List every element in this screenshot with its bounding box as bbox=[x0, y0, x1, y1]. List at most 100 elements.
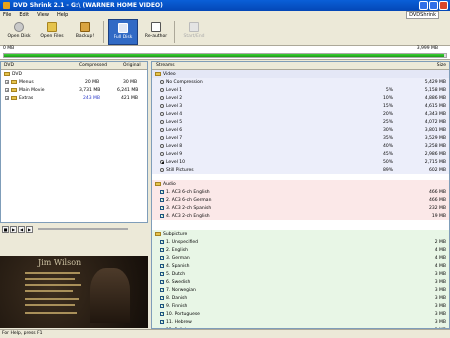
checkbox[interactable]: ✓ bbox=[160, 272, 164, 276]
audio-section[interactable]: Audio bbox=[152, 180, 449, 188]
open-files-button[interactable]: Open Files bbox=[37, 19, 67, 45]
audio-row[interactable]: ✓ 1. AC3 6-ch English 466 MB bbox=[152, 188, 449, 196]
sub-row[interactable]: ✓ 8. Danish 3 MB bbox=[152, 294, 449, 302]
subpicture-section[interactable]: Subpicture bbox=[152, 230, 449, 238]
start-end-button[interactable]: Start/End bbox=[179, 19, 209, 45]
sub-row-name: 9. Finnish bbox=[166, 303, 188, 309]
checkbox[interactable]: ✓ bbox=[160, 320, 164, 324]
video-row[interactable]: Level 2 10% 4,886 MB bbox=[152, 94, 449, 102]
sub-row[interactable]: ✓ 5. Dutch 3 MB bbox=[152, 270, 449, 278]
sub-row-size: 2 MB bbox=[434, 239, 446, 245]
minimize-button[interactable] bbox=[419, 1, 428, 10]
radio-button[interactable] bbox=[160, 120, 164, 124]
radio-button[interactable] bbox=[160, 128, 164, 132]
checkbox[interactable]: ✓ bbox=[160, 206, 164, 210]
checkbox[interactable]: ✓ bbox=[160, 296, 164, 300]
checkbox[interactable]: ✓ bbox=[160, 280, 164, 284]
checkbox[interactable]: ✓ bbox=[160, 264, 164, 268]
step-back-icon[interactable]: ◀ bbox=[18, 225, 25, 233]
audio-row[interactable]: ✓ 2. AC3 6-ch German 466 MB bbox=[152, 196, 449, 204]
full-disk-button[interactable]: Full Disk bbox=[108, 19, 138, 45]
col-original[interactable]: Original bbox=[123, 63, 141, 68]
radio-button[interactable] bbox=[160, 152, 164, 156]
radio-button[interactable] bbox=[160, 144, 164, 148]
step-forward-icon[interactable]: ▶ bbox=[26, 225, 33, 233]
video-row[interactable]: Level 9 45% 2,986 MB bbox=[152, 150, 449, 158]
sub-row[interactable]: ✓ 4. Spanish 4 MB bbox=[152, 262, 449, 270]
backup-button[interactable]: Backup! bbox=[70, 19, 100, 45]
video-row-size: 4,886 MB bbox=[424, 95, 446, 101]
audio-row[interactable]: ✓ 3. AC3 2-ch Spanish 232 MB bbox=[152, 204, 449, 212]
video-row-percent: 20% bbox=[382, 111, 393, 117]
seek-slider[interactable] bbox=[38, 228, 128, 230]
app-icon bbox=[3, 2, 10, 9]
checkbox[interactable]: ✓ bbox=[160, 312, 164, 316]
video-row[interactable]: No Compression 5,429 MB bbox=[152, 78, 449, 86]
radio-button[interactable] bbox=[160, 88, 164, 92]
video-row[interactable]: Level 5 25% 4,072 MB bbox=[152, 118, 449, 126]
re-author-button[interactable]: Re-author bbox=[141, 19, 171, 45]
checkbox[interactable]: ✓ bbox=[160, 190, 164, 194]
video-row[interactable]: Level 6 30% 3,801 MB bbox=[152, 126, 449, 134]
size-max-label: 3,999 MB bbox=[416, 46, 438, 51]
audio-row[interactable]: ✓ 4. AC3 2-ch English 19 MB bbox=[152, 212, 449, 220]
video-row[interactable]: Level 1 5% 5,158 MB bbox=[152, 86, 449, 94]
menu-edit[interactable]: Edit bbox=[19, 12, 29, 18]
tree-item-menus[interactable]: + Menus 20 MB 30 MB bbox=[1, 78, 147, 86]
play-icon[interactable]: ▶ bbox=[10, 225, 17, 233]
tree-root[interactable]: DVD bbox=[1, 70, 147, 78]
expand-icon[interactable]: + bbox=[5, 96, 9, 100]
menu-help[interactable]: Help bbox=[57, 12, 68, 18]
col-dvd[interactable]: DVD bbox=[4, 63, 14, 68]
radio-button[interactable] bbox=[160, 168, 164, 172]
video-row-name: Level 5 bbox=[166, 119, 183, 125]
menu-file[interactable]: File bbox=[3, 12, 11, 18]
checkbox[interactable]: ✓ bbox=[160, 304, 164, 308]
checkbox[interactable]: ✓ bbox=[160, 288, 164, 292]
video-row[interactable]: Level 10 50% 2,715 MB bbox=[152, 158, 449, 166]
radio-button[interactable] bbox=[160, 104, 164, 108]
radio-button[interactable] bbox=[160, 96, 164, 100]
sub-row[interactable]: ✓ 9. Finnish 3 MB bbox=[152, 302, 449, 310]
sub-row[interactable]: ✓ 10. Portuguese 3 MB bbox=[152, 310, 449, 318]
video-row[interactable]: Level 8 40% 3,258 MB bbox=[152, 142, 449, 150]
video-row[interactable]: Level 7 35% 3,529 MB bbox=[152, 134, 449, 142]
size-bar: 0 MB 3,999 MB bbox=[0, 46, 450, 60]
col-size[interactable]: Size bbox=[437, 63, 446, 68]
video-row-size: 2,715 MB bbox=[424, 159, 446, 165]
sub-row-name: 11. Hebrew bbox=[166, 319, 192, 325]
sub-row[interactable]: ✓ 3. German 4 MB bbox=[152, 254, 449, 262]
checkbox[interactable]: ✓ bbox=[160, 198, 164, 202]
col-compressed[interactable]: Compressed bbox=[79, 63, 107, 68]
radio-button[interactable] bbox=[160, 160, 164, 164]
checkbox[interactable]: ✓ bbox=[160, 214, 164, 218]
video-row[interactable]: Level 3 15% 4,615 MB bbox=[152, 102, 449, 110]
sub-row[interactable]: ✓ 7. Norwegian 3 MB bbox=[152, 286, 449, 294]
checkbox[interactable]: ✓ bbox=[160, 248, 164, 252]
expand-icon[interactable]: + bbox=[5, 80, 9, 84]
sub-row[interactable]: ✓ 1. Unspecified 2 MB bbox=[152, 238, 449, 246]
checkbox[interactable]: ✓ bbox=[160, 240, 164, 244]
menu-view[interactable]: View bbox=[37, 12, 49, 18]
expand-icon[interactable]: + bbox=[5, 88, 9, 92]
radio-button[interactable] bbox=[160, 136, 164, 140]
video-row[interactable]: Level 4 20% 4,343 MB bbox=[152, 110, 449, 118]
video-section[interactable]: Video bbox=[152, 70, 449, 78]
sub-row[interactable]: ✓ 2. English 4 MB bbox=[152, 246, 449, 254]
open-disk-button[interactable]: Open Disk bbox=[4, 19, 34, 45]
maximize-button[interactable] bbox=[429, 1, 438, 10]
radio-button[interactable] bbox=[160, 80, 164, 84]
sub-row[interactable]: ✓ 6. Swedish 3 MB bbox=[152, 278, 449, 286]
stop-icon[interactable]: ■ bbox=[2, 225, 9, 233]
tree-item-main-movie[interactable]: + Main Movie 3,731 MB 6,241 MB bbox=[1, 86, 147, 94]
video-row[interactable]: Still Pictures 89% 602 MB bbox=[152, 166, 449, 174]
video-row-size: 3,529 MB bbox=[424, 135, 446, 141]
video-row-size: 5,429 MB bbox=[424, 79, 446, 85]
col-streams[interactable]: Streams bbox=[156, 63, 175, 68]
radio-button[interactable] bbox=[160, 112, 164, 116]
sub-row[interactable]: ✓ 11. Hebrew 3 MB bbox=[152, 318, 449, 326]
tree-item-extras[interactable]: + Extras 243 MB 421 MB bbox=[1, 94, 147, 102]
close-button[interactable] bbox=[439, 1, 448, 10]
checkbox[interactable]: ✓ bbox=[160, 256, 164, 260]
video-row-size: 2,986 MB bbox=[424, 151, 446, 157]
